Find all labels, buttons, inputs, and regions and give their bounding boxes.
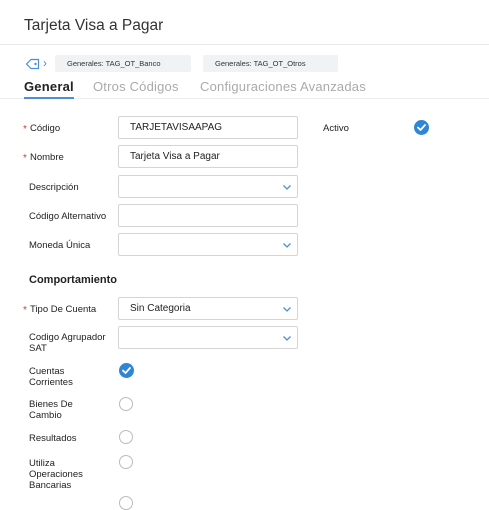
bienes-de-cambio-checkbox[interactable] [119, 397, 133, 411]
tag-chip-banco[interactable]: Generales: TAG_OT_Banco [55, 55, 191, 72]
tab-otros-codigos[interactable]: Otros Códigos [93, 79, 179, 94]
resultados-checkbox[interactable] [119, 430, 133, 444]
chevron-down-icon [283, 243, 291, 248]
tipo-de-cuenta-label: Tipo De Cuenta [30, 304, 97, 315]
bienes-de-cambio-label-line1: Bienes De [29, 399, 73, 410]
tipo-de-cuenta-required-mark: * [23, 305, 27, 316]
check-icon [122, 367, 131, 374]
resultados-label: Resultados [29, 433, 77, 444]
page-title: Tarjeta Visa a Pagar [24, 17, 164, 34]
nombre-input[interactable]: Tarjeta Visa a Pagar [118, 145, 298, 168]
codigo-agrupador-sat-label-line1: Codigo Agrupador [29, 332, 106, 343]
tag-icon[interactable] [25, 57, 41, 71]
activo-label: Activo [323, 123, 349, 134]
codigo-input[interactable]: TARJETAVISAAPAG [118, 116, 298, 139]
codigo-agrupador-sat-select[interactable] [118, 326, 298, 349]
cuentas-corrientes-label: Cuentas Corrientes [29, 366, 73, 388]
nombre-label: Nombre [30, 152, 64, 163]
tipo-de-cuenta-value: Sin Categoria [130, 303, 191, 314]
chevron-down-icon [283, 307, 291, 312]
codigo-agrupador-sat-label: Codigo Agrupador SAT [29, 332, 106, 354]
codigo-required-mark: * [23, 124, 27, 135]
check-icon [417, 124, 426, 131]
codigo-alternativo-label: Código Alternativo [29, 211, 107, 222]
header-divider [0, 44, 489, 45]
tab-configuraciones-avanzadas[interactable]: Configuraciones Avanzadas [200, 79, 366, 94]
tipo-de-cuenta-select[interactable]: Sin Categoria [118, 297, 298, 320]
moneda-unica-label: Moneda Única [29, 240, 91, 251]
bienes-de-cambio-label-line2: Cambio [29, 410, 62, 421]
tag-chip-otros[interactable]: Generales: TAG_OT_Otros [203, 55, 338, 72]
utiliza-label-line1: Utiliza [29, 458, 55, 469]
active-tab-indicator [24, 97, 74, 99]
chevron-down-icon [283, 185, 291, 190]
tab-general[interactable]: General [24, 79, 74, 94]
moneda-unica-select[interactable] [118, 233, 298, 256]
utiliza-operaciones-bancarias-label: Utiliza Operaciones Bancarias [29, 458, 83, 491]
codigo-agrupador-sat-label-line2: SAT [29, 343, 47, 354]
nombre-required-mark: * [23, 153, 27, 164]
next-row-checkbox[interactable] [119, 496, 133, 510]
section-comportamiento-title: Comportamiento [29, 274, 117, 286]
utiliza-operaciones-bancarias-checkbox[interactable] [119, 455, 133, 469]
utiliza-label-line2: Operaciones [29, 469, 83, 480]
bienes-de-cambio-label: Bienes De Cambio [29, 399, 73, 421]
cuentas-corrientes-checkbox[interactable] [119, 363, 134, 378]
cuentas-corrientes-label-line2: Corrientes [29, 377, 73, 388]
descripcion-select[interactable] [118, 175, 298, 198]
descripcion-label: Descripción [29, 182, 79, 193]
chevron-right-icon[interactable]: › [43, 56, 47, 70]
chevron-down-icon [283, 336, 291, 341]
activo-checkbox[interactable] [414, 120, 429, 135]
codigo-alternativo-input[interactable] [118, 204, 298, 227]
cuentas-corrientes-label-line1: Cuentas [29, 366, 65, 377]
codigo-label: Código [30, 123, 61, 134]
utiliza-label-line3: Bancarias [29, 480, 72, 491]
